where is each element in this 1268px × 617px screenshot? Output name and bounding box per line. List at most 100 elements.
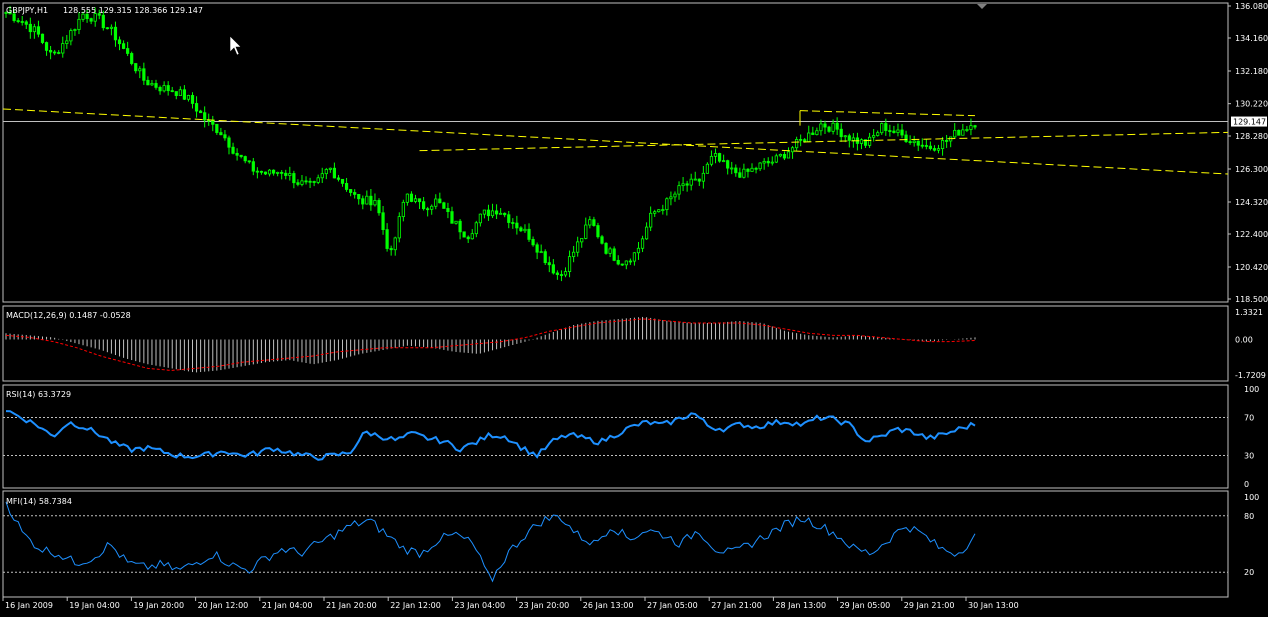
candle-body [567,256,572,272]
candle-body [385,229,389,249]
candle-body [713,153,718,157]
candle-body [584,224,588,239]
price-tick-label: 122.400 [1235,230,1268,239]
candle-body [831,122,835,132]
macd-frame [2,305,1229,382]
candle-body [807,132,811,143]
candle-body [872,135,876,138]
candle-body [409,193,414,202]
scroll-marker-icon[interactable] [977,4,987,9]
candle-body [778,153,782,157]
price-tick-label: 136.080 [1235,2,1268,11]
candle-body [48,49,53,53]
candle-body [876,132,880,136]
candle-body [608,248,612,254]
candle-body [190,95,195,104]
candle-body [766,160,770,164]
candle-body [503,212,507,216]
candle-body [811,132,815,135]
macd-tick-label: -1.7209 [1235,371,1266,380]
candle-body [657,209,661,213]
candle-body [758,162,762,170]
candle-body [138,68,142,72]
candle-body [349,189,353,193]
candle-body [227,137,231,148]
candle-body [178,89,182,96]
candle-body [640,238,645,249]
candle-body [543,251,547,264]
mfi-line [5,501,976,583]
candle-body [912,140,916,143]
rsi-label: RSI(14) 63.3729 [6,390,71,399]
candle-body [511,222,515,224]
x-tick-label: 21 Jan 20:00 [326,601,377,610]
rsi-tick-label: 100 [1244,385,1259,394]
candle-body [454,220,458,224]
candle-body [884,123,888,131]
candle-body [44,42,49,51]
trendlines[interactable] [2,108,1229,175]
candle-body [896,129,900,133]
candle-body [754,167,758,170]
candle-body [158,86,162,92]
candle-body [417,198,422,203]
candle-body [515,222,519,229]
candle-body [150,83,154,86]
candle-body [888,130,892,132]
candle-body [430,205,434,210]
candle-body [61,43,65,54]
candle-body [109,26,114,29]
candle-body [880,123,884,134]
candle-body [235,152,239,156]
candle-body [908,141,912,144]
candle-body [211,119,215,125]
candle-body [815,130,819,135]
x-tick-label: 26 Jan 13:00 [583,601,634,610]
candle-body [73,29,77,31]
candle-body [361,198,365,205]
candle-body [681,183,685,187]
symbol-label: GBPJPY,H1 [6,6,48,15]
candle-body [243,156,247,162]
candle-body [953,129,957,138]
x-tick-label: 23 Jan 04:00 [454,601,505,610]
candle-body [673,193,677,198]
candle-body [369,195,373,206]
candles [4,6,977,282]
candle-body [486,209,491,217]
candle-body [308,180,312,183]
candle-body [405,193,409,203]
candle-body [527,228,531,240]
candle-body [442,202,446,209]
candle-body [819,123,823,132]
mfi-panel [3,501,1228,583]
candle-body [596,225,600,238]
candle-body [701,172,705,182]
candle-body [462,231,466,238]
candle-body [446,208,450,213]
candle-body [389,248,393,251]
candle-body [957,129,961,136]
candle-body [592,219,596,226]
candle-body [130,53,134,64]
candle-body [397,216,401,239]
candle-body [393,237,397,251]
chart-canvas[interactable]: 136.080 134.160 132.180 130.220 128.280 126.3… [0,0,1268,613]
candle-body [892,130,896,133]
trendline [799,110,976,117]
candle-body [255,170,259,173]
candle-body [146,79,150,86]
candle-body [823,123,827,128]
candle-body [803,139,807,143]
x-tick-label: 16 Jan 2009 [5,601,53,610]
candle-body [134,63,138,72]
price-tick-label: 126.300 [1235,165,1268,174]
mfi-tick-label: 100 [1244,493,1259,502]
candle-body [377,200,381,214]
candle-body [847,135,851,141]
candle-body [101,14,105,29]
candle-body [304,180,308,183]
x-tick-label: 23 Jan 20:00 [519,601,570,610]
candle-body [434,198,438,207]
candle-body [466,236,470,240]
